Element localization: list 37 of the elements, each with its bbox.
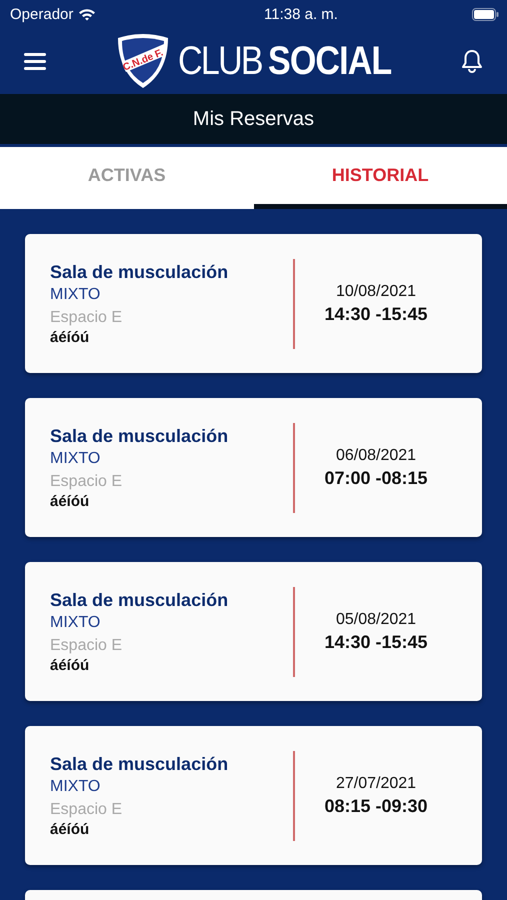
reservation-card[interactable]: Sala de musculación MIXTO Espacio E áéíóú 10/08/2021 14:30 -15:45 [25,234,482,373]
logo-text: CLUB [178,38,262,84]
bell-icon[interactable] [460,49,483,73]
space-name: Espacio E [50,636,124,654]
activity-type: MIXTO [50,614,102,632]
reservation-date: 27/07/2021 [336,774,416,792]
space-name: Espacio E [50,800,124,818]
logo-text: SOCIAL [268,38,392,84]
note-text: áéíóú [50,656,90,674]
reservation-date: 05/08/2021 [336,610,416,628]
reservation-time: 14:30 -15:45 [324,632,428,652]
menu-icon[interactable] [24,52,46,70]
carrier-name: Operador [10,6,74,22]
reservation-date: 06/08/2021 [336,446,416,464]
page-title: Mis Reservas [0,94,507,147]
activity-type: MIXTO [50,778,102,796]
activity-name: Sala de musculación [50,426,230,446]
wifi-icon [78,8,96,20]
status-time: 11:38 a. m. [264,6,338,22]
activity-name: Sala de musculación [50,262,230,282]
activity-name: Sala de musculación [50,590,230,610]
note-text: áéíóú [50,328,90,346]
activity-type: MIXTO [50,450,102,468]
reservation-time: 14:30 -15:45 [324,304,428,324]
reservation-time: 07:00 -08:15 [324,468,428,488]
reservation-date: 10/08/2021 [336,282,416,300]
battery-icon [472,8,499,20]
reservation-time: 08:15 -09:30 [324,796,428,816]
activity-type: MIXTO [50,286,102,304]
space-name: Espacio E [50,472,124,490]
note-text: áéíóú [50,820,90,838]
reservation-card[interactable]: Sala de musculación MIXTO Espacio E áéíóú 27/07/2021 08:15 -09:30 [25,726,482,865]
space-name: Espacio E [50,308,124,326]
reservation-card[interactable]: Sala de musculación MIXTO Espacio E áéíóú 06/08/2021 07:00 -08:15 [25,398,482,537]
activity-name: Sala de musculación [50,754,230,774]
note-text: áéíóú [50,492,90,510]
reservation-card[interactable]: Sala de musculación MIXTO Espacio E áéíóú 05/08/2021 14:30 -15:45 [25,562,482,701]
